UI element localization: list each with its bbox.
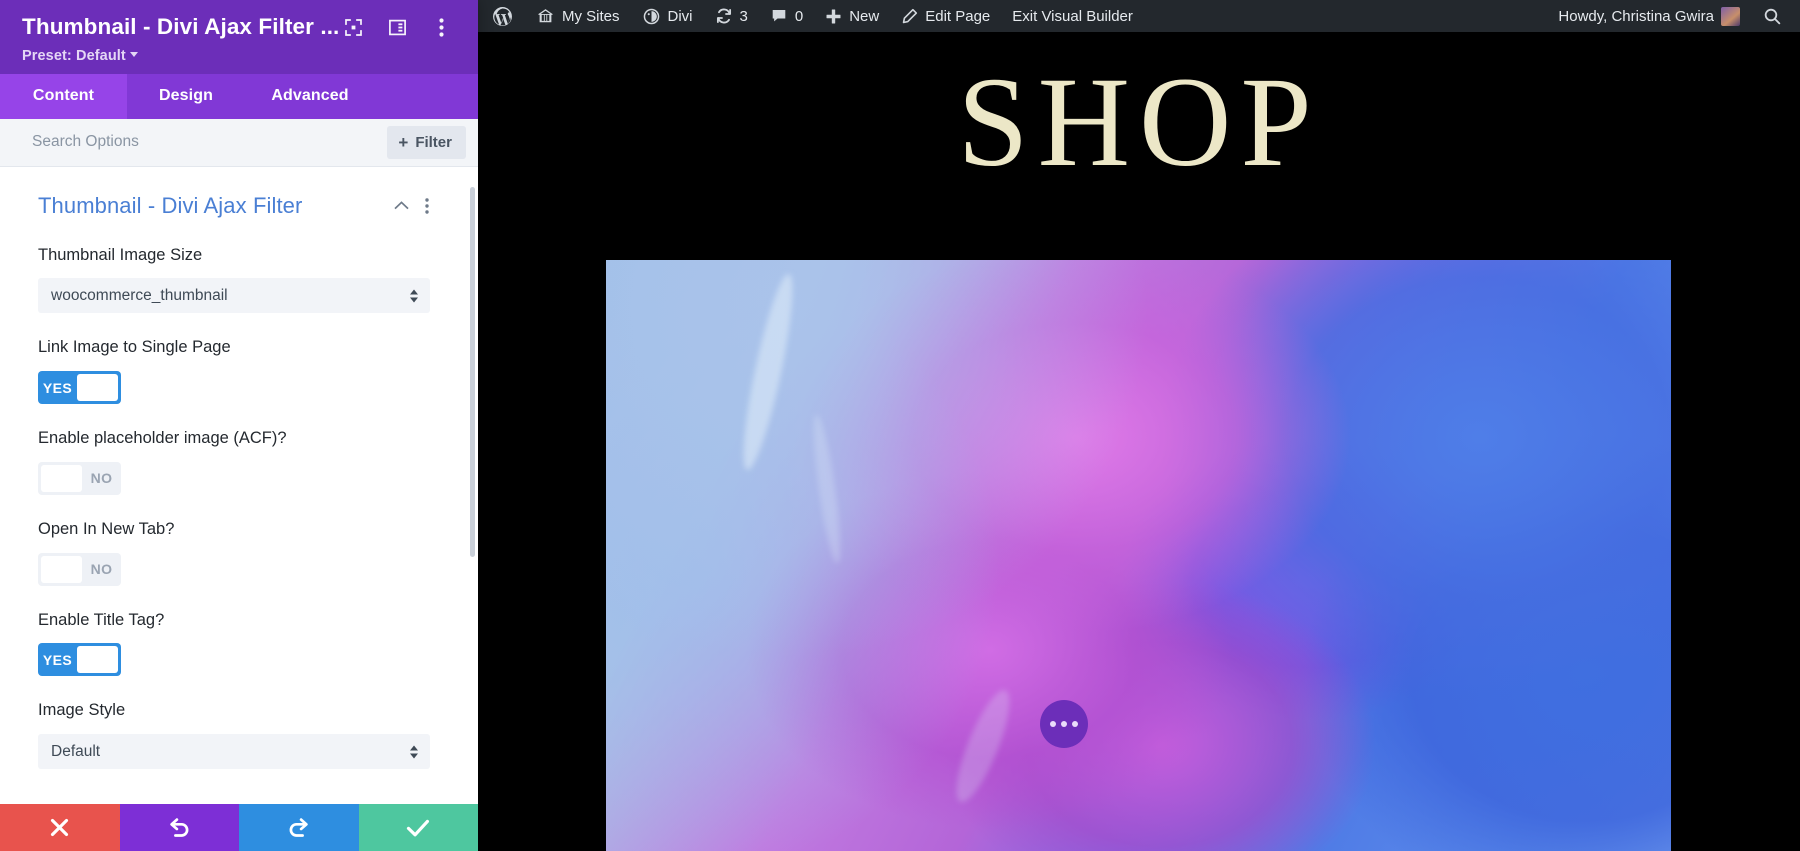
adminbar-greeting: Howdy, Christina Gwira (1558, 8, 1714, 25)
search-options-row: + Filter (0, 119, 478, 167)
close-icon (49, 817, 70, 838)
adminbar-divi-label: Divi (668, 8, 693, 25)
toggle-state-label: NO (82, 561, 121, 577)
settings-action-bar (0, 804, 478, 851)
avatar (1721, 7, 1740, 26)
divi-icon (642, 7, 661, 26)
image-style-select[interactable]: Default (38, 734, 430, 769)
focus-module-icon[interactable] (338, 14, 368, 40)
comments-icon (770, 7, 788, 25)
thumbnail-image-size-select[interactable]: woocommerce_thumbnail (38, 278, 430, 313)
filter-button[interactable]: + Filter (387, 126, 466, 159)
adminbar-my-account[interactable]: Howdy, Christina Gwira (1547, 0, 1751, 32)
settings-panel-header: Thumbnail - Divi Ajax Filter ... (0, 0, 478, 74)
tab-content[interactable]: Content (0, 74, 127, 119)
toggle-knob (41, 556, 82, 583)
product-image-module[interactable] (606, 260, 1671, 851)
adminbar-search-button[interactable] (1751, 0, 1800, 32)
adminbar-divi[interactable]: Divi (631, 0, 704, 32)
field-label: Thumbnail Image Size (38, 245, 440, 267)
field-thumbnail-image-size: Thumbnail Image Size woocommerce_thumbna… (38, 245, 440, 314)
toggle-knob (77, 374, 118, 401)
redo-button[interactable] (239, 804, 359, 851)
toggle-state-label: YES (38, 380, 77, 396)
adminbar-updates-count: 3 (740, 8, 748, 25)
wordpress-logo-icon (492, 6, 513, 27)
visual-builder-screen: Thumbnail - Divi Ajax Filter ... (0, 0, 1800, 851)
module-settings-panel: Thumbnail - Divi Ajax Filter ... (0, 0, 478, 851)
adminbar-my-sites-label: My Sites (562, 8, 620, 25)
multisite-icon (536, 7, 555, 26)
field-link-image-to-single-page: Link Image to Single Page YES (38, 337, 440, 404)
settings-tabs: Content Design Advanced (0, 74, 478, 119)
toggle-knob (41, 465, 82, 492)
page-title: SHOP (478, 32, 1800, 186)
adminbar-comments-count: 0 (795, 8, 803, 25)
settings-panel-body: Thumbnail - Divi Ajax Filter (0, 167, 478, 804)
field-label: Link Image to Single Page (38, 337, 440, 359)
save-changes-button[interactable] (359, 804, 479, 851)
adminbar-my-sites[interactable]: My Sites (525, 0, 631, 32)
updates-icon (715, 7, 733, 25)
preset-caret-icon (130, 52, 138, 57)
settings-section-header: Thumbnail - Divi Ajax Filter (38, 193, 440, 219)
adminbar-new[interactable]: New (814, 0, 890, 32)
enable-placeholder-image-toggle[interactable]: NO (38, 462, 121, 495)
plus-icon (825, 8, 842, 25)
field-label: Open In New Tab? (38, 519, 440, 541)
open-in-new-tab-toggle[interactable]: NO (38, 553, 121, 586)
field-label: Enable Title Tag? (38, 610, 440, 632)
enable-title-tag-toggle[interactable]: YES (38, 643, 121, 676)
field-label: Image Style (38, 700, 440, 722)
settings-panel-header-row: Thumbnail - Divi Ajax Filter ... (22, 14, 456, 41)
adminbar-comments[interactable]: 0 (759, 0, 814, 32)
undo-icon (168, 817, 191, 839)
module-actions-ellipsis[interactable] (1040, 700, 1088, 748)
field-enable-placeholder-image: Enable placeholder image (ACF)? NO (38, 428, 440, 495)
settings-panel-scrollbar[interactable] (470, 167, 475, 804)
tab-design[interactable]: Design (127, 74, 245, 119)
check-icon (406, 818, 430, 838)
adminbar-exit-visual-builder[interactable]: Exit Visual Builder (1001, 0, 1144, 32)
search-icon (1763, 7, 1782, 26)
filter-button-label: Filter (415, 134, 452, 151)
adminbar-edit-page[interactable]: Edit Page (890, 0, 1001, 32)
pencil-icon (901, 8, 918, 25)
select-value: woocommerce_thumbnail (51, 287, 228, 305)
adminbar-edit-page-label: Edit Page (925, 8, 990, 25)
chevron-up-icon[interactable] (388, 195, 414, 217)
adminbar-new-label: New (849, 8, 879, 25)
select-value: Default (51, 743, 100, 761)
plus-icon: + (398, 134, 408, 151)
field-open-in-new-tab: Open In New Tab? NO (38, 519, 440, 586)
preset-label: Preset: Default (22, 48, 126, 64)
field-label: Enable placeholder image (ACF)? (38, 428, 338, 450)
field-enable-title-tag: Enable Title Tag? YES (38, 610, 440, 677)
more-options-icon[interactable] (426, 14, 456, 40)
adminbar-updates[interactable]: 3 (704, 0, 759, 32)
panel-layout-icon[interactable] (382, 14, 412, 40)
select-stepper-icon (410, 289, 418, 302)
discard-changes-button[interactable] (0, 804, 120, 851)
toggle-state-label: NO (82, 470, 121, 486)
undo-button[interactable] (120, 804, 240, 851)
scrollbar-thumb[interactable] (470, 187, 475, 557)
preset-selector[interactable]: Preset: Default (22, 48, 456, 64)
field-image-style: Image Style Default (38, 700, 440, 769)
link-image-to-single-page-toggle[interactable]: YES (38, 371, 121, 404)
adminbar-exit-label: Exit Visual Builder (1012, 8, 1133, 25)
settings-panel-title: Thumbnail - Divi Ajax Filter ... (22, 14, 338, 41)
tab-advanced[interactable]: Advanced (245, 74, 375, 119)
wordpress-admin-bar: My Sites Divi 3 (478, 0, 1800, 32)
select-stepper-icon (410, 745, 418, 758)
adminbar-wordpress-logo[interactable] (478, 0, 525, 32)
toggle-knob (77, 646, 118, 673)
toggle-state-label: YES (38, 652, 77, 668)
redo-icon (287, 817, 310, 839)
search-options-input[interactable] (0, 133, 387, 151)
page-canvas: SHOP (478, 32, 1800, 851)
section-title: Thumbnail - Divi Ajax Filter (38, 193, 388, 219)
section-more-icon[interactable] (414, 195, 440, 217)
